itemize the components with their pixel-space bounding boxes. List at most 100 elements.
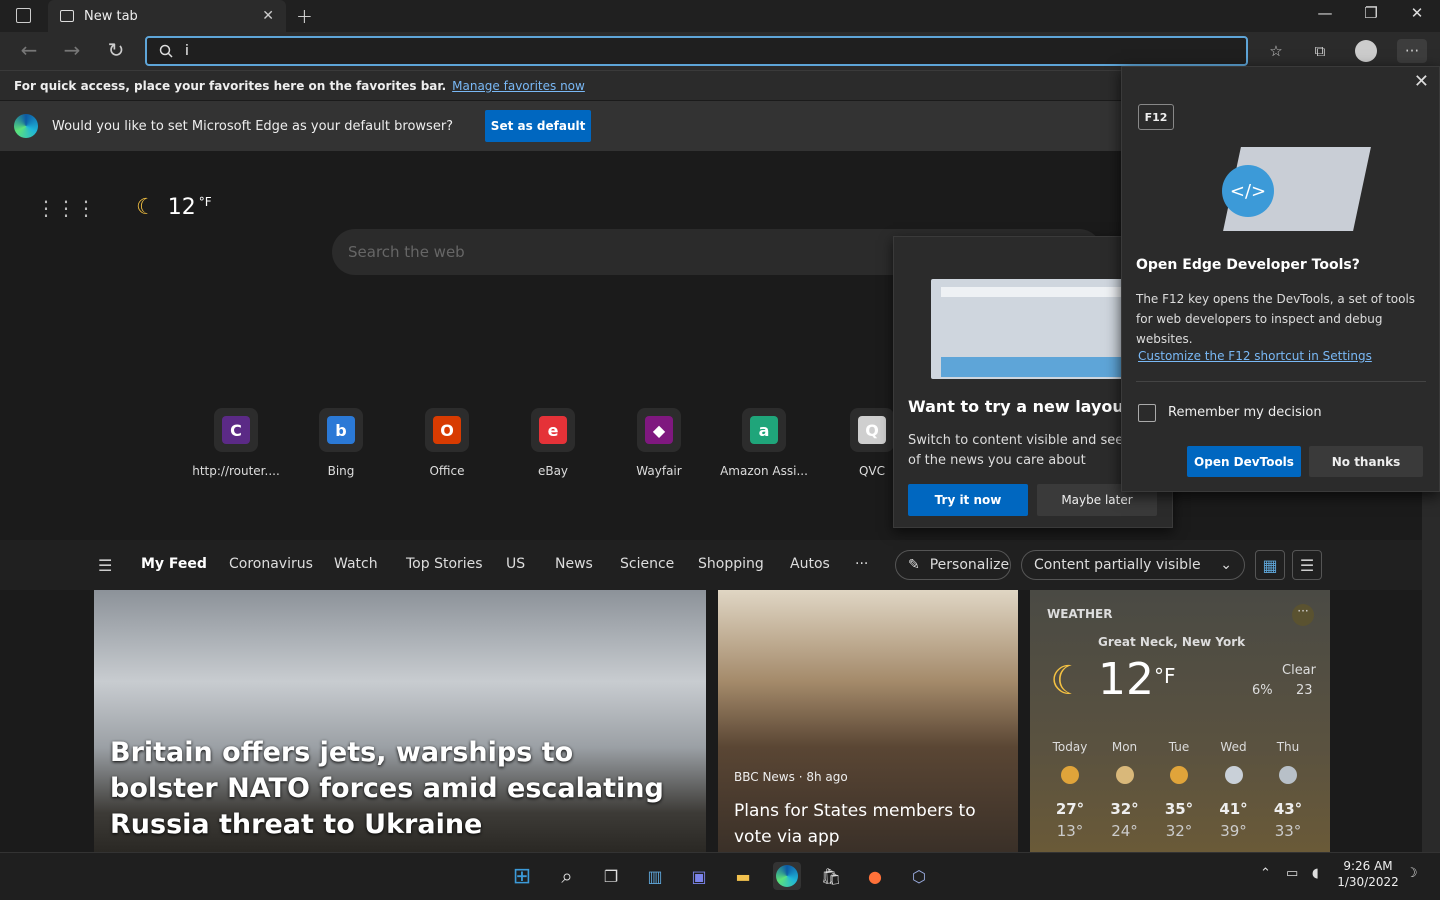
close-window-button[interactable]: ✕	[1394, 4, 1440, 22]
weather-condition: Clear	[1282, 663, 1316, 678]
close-icon[interactable]: ✕	[1414, 71, 1429, 92]
forecast-day[interactable]: Thu 43° 33°	[1261, 740, 1315, 840]
menu-icon[interactable]: ☰	[98, 556, 112, 575]
profile-button[interactable]	[1351, 39, 1381, 63]
chat-icon[interactable]: ▣	[685, 862, 713, 890]
devtools-illustration: </>	[1182, 141, 1382, 237]
quick-link-tile[interactable]: b Bing	[291, 408, 391, 478]
apps-grid-icon[interactable]: ⋮⋮⋮	[36, 196, 96, 220]
weather-more-icon[interactable]: ···	[1292, 604, 1314, 626]
forecast-day-label: Wed	[1220, 740, 1247, 754]
try-it-now-button[interactable]: Try it now	[908, 484, 1028, 516]
collections-icon[interactable]: ⧉	[1305, 39, 1335, 63]
forecast-day[interactable]: Today 27° 13°	[1043, 740, 1097, 840]
virtualbox-icon[interactable]: ⬡	[905, 862, 933, 890]
header-weather[interactable]: ⋮⋮⋮ ☾ 12 °F	[36, 195, 212, 220]
forecast-high: 35°	[1164, 800, 1194, 818]
search-taskbar-icon[interactable]: ⌕	[553, 862, 581, 890]
refresh-button[interactable]: ↻	[101, 38, 131, 62]
forecast-day[interactable]: Mon 32° 24°	[1098, 740, 1152, 840]
devtools-body: The F12 key opens the DevTools, a set of…	[1136, 292, 1416, 346]
weather-card[interactable]: WEATHER ··· Great Neck, New York ☾ 12 °F…	[1030, 590, 1330, 852]
volume-icon[interactable]: ◖	[1312, 866, 1319, 881]
avatar	[1355, 40, 1377, 62]
feed-tab[interactable]: Autos	[790, 556, 830, 572]
main-headline: Britain offers jets, warships to bolster…	[110, 737, 664, 840]
quick-link-tile[interactable]: a Amazon Assi...	[714, 408, 814, 478]
settings-more-icon[interactable]: ···	[1397, 39, 1427, 63]
feed-tab[interactable]: Science	[620, 556, 674, 572]
tab-actions-icon[interactable]	[16, 8, 31, 23]
quick-link-tile[interactable]: ◆ Wayfair	[609, 408, 709, 478]
list-layout-icon[interactable]: ☰	[1292, 550, 1322, 580]
forecast-day[interactable]: Tue 35° 32°	[1152, 740, 1206, 840]
feed-tab[interactable]: Coronavirus	[229, 556, 313, 572]
back-button[interactable]: ←	[14, 38, 44, 62]
restore-button[interactable]: ❐	[1348, 4, 1394, 22]
quick-link-glyph: e	[539, 416, 567, 444]
divider	[1136, 381, 1426, 382]
firefox-icon[interactable]: ●	[861, 862, 889, 890]
layout-popup-title: Want to try a new layout?	[908, 397, 1141, 416]
personalize-button[interactable]: ✎ Personalize	[895, 550, 1011, 580]
news-source: BBC News · 8h ago	[734, 770, 848, 784]
close-tab-icon[interactable]: ✕	[262, 8, 274, 24]
store-icon[interactable]: 🛍	[817, 862, 845, 890]
customize-f12-link[interactable]: Customize the F12 shortcut in Settings	[1138, 349, 1372, 363]
feed-tab[interactable]: My Feed	[141, 556, 207, 572]
favorites-bar-text: For quick access, place your favorites h…	[14, 78, 447, 93]
new-tab-button[interactable]: +	[296, 4, 313, 28]
notifications-icon[interactable]: ☽	[1406, 866, 1418, 881]
forecast-weather-icon	[1279, 766, 1297, 784]
quick-link-label: http://router....	[192, 464, 280, 478]
quick-link-label: Office	[429, 464, 465, 478]
quick-link-tile[interactable]: O Office	[397, 408, 497, 478]
task-view-icon[interactable]: ❐	[597, 862, 625, 890]
forecast-high: 32°	[1110, 800, 1139, 818]
forecast-low: 33°	[1274, 822, 1302, 840]
feed-tab[interactable]: Watch	[334, 556, 378, 572]
content-visibility-dropdown[interactable]: Content partially visible ⌄	[1021, 550, 1245, 580]
tab-new-tab[interactable]: New tab ✕	[48, 0, 286, 32]
forward-button[interactable]: →	[57, 38, 87, 62]
file-explorer-icon[interactable]: ▬	[729, 862, 757, 890]
start-icon[interactable]: ⊞	[508, 862, 536, 890]
network-icon[interactable]: ▭	[1286, 866, 1298, 881]
minimize-button[interactable]: —	[1302, 4, 1348, 22]
secondary-news-card[interactable]: BBC News · 8h ago Plans for States membe…	[718, 590, 1018, 852]
remember-checkbox[interactable]	[1138, 404, 1156, 422]
quick-link-tile[interactable]: Chttp://router....	[186, 408, 286, 478]
set-as-default-button[interactable]: Set as default	[485, 110, 592, 142]
open-devtools-button[interactable]: Open DevTools	[1187, 446, 1301, 477]
widgets-icon[interactable]: ▥	[641, 862, 669, 890]
feed-tab[interactable]: Top Stories	[406, 556, 483, 572]
tray-overflow-icon[interactable]: ⌃	[1260, 866, 1271, 881]
quick-link-icon: e	[531, 408, 575, 452]
feed-tab[interactable]: ···	[855, 556, 868, 572]
system-clock[interactable]: 9:26 AM 1/30/2022	[1336, 858, 1400, 890]
forecast-low: 24°	[1111, 822, 1138, 840]
address-input-value: i	[185, 43, 189, 59]
no-thanks-button[interactable]: No thanks	[1309, 446, 1423, 477]
quick-link-tile[interactable]: e eBay	[503, 408, 603, 478]
favorites-icon[interactable]: ☆	[1261, 39, 1291, 63]
forecast-day-label: Tue	[1168, 740, 1190, 754]
grid-layout-icon[interactable]: ▦	[1255, 550, 1285, 580]
main-news-card[interactable]: Britain offers jets, warships to bolster…	[94, 590, 706, 852]
quick-link-icon: b	[319, 408, 363, 452]
weather-location[interactable]: Great Neck, New York	[1098, 635, 1245, 649]
newtab-icon	[60, 10, 74, 22]
edge-taskbar-icon[interactable]	[773, 862, 801, 890]
personalize-label: Personalize	[929, 557, 1010, 573]
moon-icon: ☾	[1050, 658, 1086, 704]
manage-favorites-link[interactable]: Manage favorites now	[452, 79, 585, 93]
weather-unit: °F	[1154, 664, 1176, 688]
address-bar[interactable]: i	[145, 36, 1248, 66]
forecast-weather-icon	[1224, 766, 1243, 784]
feed-tab[interactable]: News	[555, 556, 593, 572]
feed-tab[interactable]: US	[506, 556, 525, 572]
forecast-day[interactable]: Wed 41° 39°	[1207, 740, 1261, 840]
forecast-day-label: Thu	[1276, 740, 1300, 754]
feed-tab[interactable]: Shopping	[698, 556, 764, 572]
default-browser-text: Would you like to set Microsoft Edge as …	[52, 118, 454, 134]
